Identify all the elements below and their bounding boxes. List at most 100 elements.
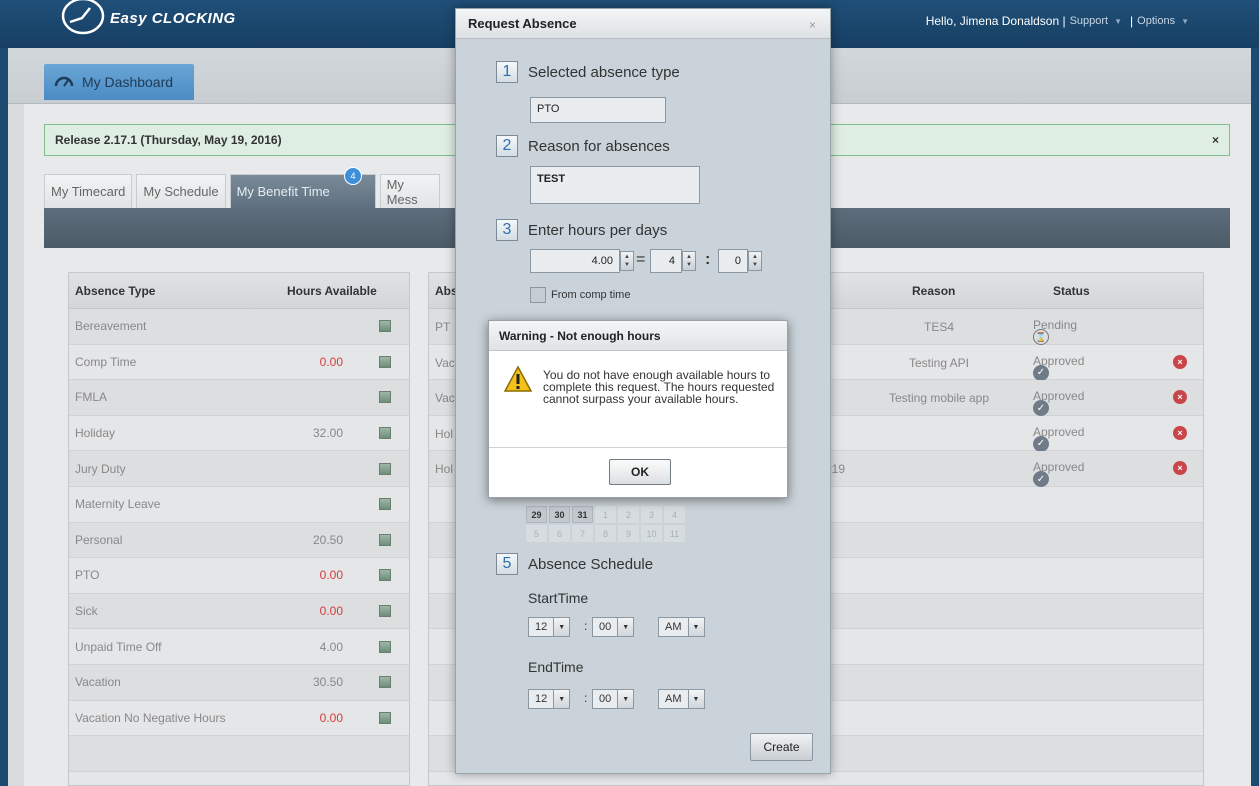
calendar-day[interactable]: 6: [549, 525, 570, 542]
table-row[interactable]: [69, 736, 409, 772]
table-row[interactable]: Comp Time 0.00: [69, 345, 409, 381]
calendar-icon[interactable]: [379, 640, 391, 653]
dashboard-gauge-icon: [54, 74, 74, 91]
calendar-icon[interactable]: [379, 605, 391, 618]
tab-schedule[interactable]: My Schedule: [136, 174, 226, 208]
calendar-day[interactable]: 11: [664, 525, 685, 542]
chevron-down-icon: ▼: [553, 690, 570, 708]
calendar-day[interactable]: 5: [526, 525, 547, 542]
calendar-icon[interactable]: [379, 676, 391, 689]
dashboard-tab[interactable]: My Dashboard: [44, 64, 194, 100]
start-time-label: StartTime: [528, 590, 589, 606]
absence-type-name: Sick: [75, 604, 98, 619]
delete-request-icon[interactable]: ×: [1173, 425, 1187, 440]
table-row[interactable]: Vacation No Negative Hours 0.00: [69, 701, 409, 737]
calendar-day[interactable]: 1: [595, 506, 616, 523]
app-logo[interactable]: Easy CLOCKING: [60, 0, 236, 36]
end-hour-select[interactable]: 12 ▼: [528, 689, 571, 709]
calendar-day[interactable]: 29: [526, 506, 547, 523]
calendar-day[interactable]: 7: [572, 525, 593, 542]
table-row[interactable]: [69, 772, 409, 786]
calendar-icon[interactable]: [379, 711, 391, 724]
request-reason: Testing mobile app: [888, 391, 990, 406]
col-status: Status: [1053, 284, 1090, 298]
ok-button[interactable]: OK: [609, 459, 671, 485]
reason-textarea[interactable]: TEST: [530, 166, 700, 204]
calendar-day[interactable]: 2: [618, 506, 639, 523]
table-row[interactable]: Holiday 32.00: [69, 416, 409, 452]
chevron-down-icon: ▼: [617, 690, 634, 708]
calendar-icon[interactable]: [379, 355, 391, 368]
status-badge: ⌛ Pending: [1033, 318, 1077, 345]
calendar-day[interactable]: 9: [618, 525, 639, 542]
delete-request-icon[interactable]: ×: [1173, 461, 1187, 476]
options-separator: |: [1130, 14, 1134, 28]
mm-input[interactable]: 0: [718, 249, 748, 273]
equals-sign: =: [636, 251, 646, 268]
calendar-day[interactable]: 30: [549, 506, 570, 523]
delete-request-icon[interactable]: ×: [1173, 390, 1187, 405]
hh-input[interactable]: 4: [650, 249, 682, 273]
table-row[interactable]: Personal 20.50: [69, 522, 409, 559]
frame-right: [1251, 48, 1259, 786]
warning-icon: [503, 365, 533, 396]
release-text: Release 2.17.1 (Thursday, May 19, 2016): [55, 133, 282, 147]
calendar-icon[interactable]: [379, 498, 391, 511]
table-row[interactable]: Unpaid Time Off 4.00: [69, 629, 409, 665]
tab-timecard[interactable]: My Timecard: [44, 174, 133, 208]
calendar-day[interactable]: 4: [664, 506, 685, 523]
request-abs-type: Hol: [435, 426, 454, 441]
calendar-day[interactable]: 10: [641, 525, 662, 542]
hours-spinner[interactable]: ▲ ▼: [620, 251, 634, 271]
support-menu[interactable]: Support: [1070, 15, 1109, 27]
table-row[interactable]: Bereavement: [69, 309, 409, 345]
support-caret-icon[interactable]: ▼: [1114, 17, 1122, 26]
status-badge: ✓ Approved: [1033, 425, 1084, 452]
end-minute-select[interactable]: 00 ▼: [592, 689, 635, 709]
calendar-day[interactable]: 8: [595, 525, 616, 542]
calendar-icon[interactable]: [379, 462, 391, 475]
create-button[interactable]: Create: [750, 733, 813, 761]
options-caret-icon[interactable]: ▼: [1181, 17, 1189, 26]
calendar-row-2: 5 6 7 8 9 10 11: [526, 525, 685, 542]
hours-available: 0.00: [319, 354, 343, 369]
hh-spinner[interactable]: ▲ ▼: [682, 251, 696, 271]
absence-type-field[interactable]: PTO: [530, 97, 666, 123]
start-hour-select[interactable]: 12 ▼: [528, 617, 571, 637]
hours-input[interactable]: 4.00: [530, 249, 620, 273]
absence-type-name: PTO: [75, 568, 100, 583]
delete-request-icon[interactable]: ×: [1173, 354, 1187, 369]
table-row[interactable]: Sick 0.00: [69, 593, 409, 630]
comp-time-checkbox[interactable]: [530, 287, 546, 303]
warning-dialog: Warning - Not enough hours You do not ha…: [488, 320, 788, 498]
table-row[interactable]: PTO 0.00: [69, 558, 409, 594]
table-row[interactable]: Jury Duty: [69, 451, 409, 487]
calendar-icon[interactable]: [379, 320, 391, 333]
tab-messages[interactable]: My Mess: [379, 174, 440, 208]
end-ampm-select[interactable]: AM ▼: [658, 689, 705, 709]
check-circle-icon: ✓: [1033, 435, 1049, 452]
start-ampm-select[interactable]: AM ▼: [658, 617, 705, 637]
calendar-icon[interactable]: [379, 569, 391, 582]
step-2-label: Reason for absences: [528, 137, 670, 155]
request-reason: Testing API: [908, 355, 970, 370]
calendar-icon[interactable]: [379, 427, 391, 440]
table-row[interactable]: Maternity Leave: [69, 487, 409, 523]
calendar-icon[interactable]: [379, 391, 391, 404]
calendar-day[interactable]: 3: [641, 506, 662, 523]
start-minute-select[interactable]: 00 ▼: [592, 617, 635, 637]
hours-available: 0.00: [319, 604, 343, 619]
options-menu[interactable]: Options: [1137, 15, 1175, 27]
calendar-day[interactable]: 31: [572, 506, 593, 523]
table-row[interactable]: Vacation 30.50: [69, 664, 409, 701]
release-close-icon[interactable]: ×: [1212, 133, 1219, 147]
modal-close-icon[interactable]: ×: [809, 18, 816, 32]
calendar-icon[interactable]: [379, 533, 391, 546]
notification-badge: 4: [344, 167, 362, 185]
mm-spinner[interactable]: ▲ ▼: [748, 251, 762, 271]
table-row[interactable]: FMLA: [69, 380, 409, 416]
hours-available: 0.00: [319, 710, 343, 725]
step-5: 5 Absence Schedule: [496, 553, 653, 575]
absence-type-name: Bereavement: [75, 319, 147, 334]
status-badge: ✓ Approved: [1033, 354, 1084, 381]
